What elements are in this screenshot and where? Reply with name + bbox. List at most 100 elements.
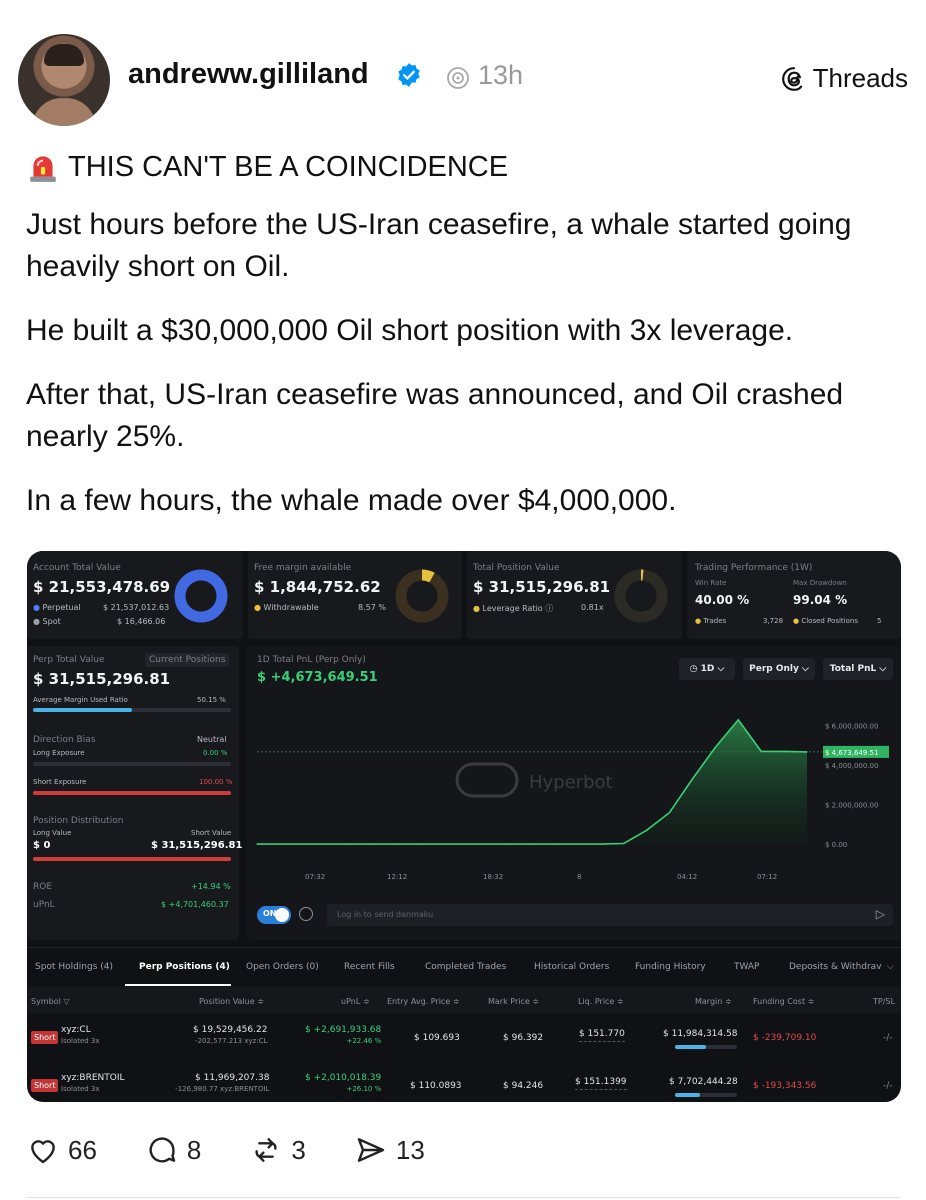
liq-price: $ 151.1399 xyxy=(575,1077,627,1090)
scope-label: Perp Only xyxy=(749,664,799,674)
pnl-point xyxy=(393,843,396,845)
pnl-point xyxy=(531,843,533,845)
verified-badge-icon xyxy=(398,63,420,87)
pnl-point xyxy=(370,843,373,845)
clock-icon: ◷ xyxy=(689,664,701,674)
pnl-chart[interactable]: Hyperbot $ 0.00 $ 2,000,000.00 $ 4,000,000… xyxy=(247,686,901,896)
headline-text: THIS CAN'T BE A COINCIDENCE xyxy=(68,151,509,183)
threads-logo[interactable]: Threads xyxy=(781,63,908,94)
position-distribution-label: Position Distribution xyxy=(33,816,124,826)
danmaku-placeholder: Log in to send danmaku xyxy=(337,910,434,919)
col-symbol[interactable]: Symbol ▽ xyxy=(31,997,70,1006)
withdrawable-label: Withdrawable xyxy=(263,603,319,612)
tab-completed-trades[interactable]: Completed Trades xyxy=(425,962,506,972)
avg-margin-value: 50.15 % xyxy=(197,696,226,704)
funding-cost: $ -193,343.56 xyxy=(753,1081,817,1091)
period-select[interactable]: ◷ 1D ⌵ xyxy=(679,658,735,680)
mark-price: $ 94.246 xyxy=(503,1081,544,1091)
avg-margin-label: Average Margin Used Ratio xyxy=(33,696,128,704)
spot-label: Spot xyxy=(42,617,61,626)
pnl-point xyxy=(256,843,258,845)
y-tick-label: $ 6,000,000.00 xyxy=(825,723,878,731)
col-liq-price[interactable]: Liq. Price ≑ xyxy=(578,997,624,1006)
comment-count: 8 xyxy=(186,1134,202,1165)
win-rate-value: 40.00 % xyxy=(695,593,750,607)
dashboard-screenshot[interactable]: Account Total Value $ 21,553,478.69 ● Pe… xyxy=(27,551,901,1102)
col-funding-cost[interactable]: Funding Cost ≑ xyxy=(753,997,814,1006)
repost-count: 3 xyxy=(291,1134,306,1165)
y-tick-label: $ 2,000,000.00 xyxy=(825,802,878,810)
username[interactable]: andreww.gilliland xyxy=(128,58,369,91)
tab-spot-holdings[interactable]: Spot Holdings (4) xyxy=(35,962,113,972)
short-exposure-fill xyxy=(33,791,231,795)
short-value: $ 31,515,296.81 xyxy=(151,840,243,851)
short-exposure-track xyxy=(33,791,231,795)
upnl-pct: +26.10 % xyxy=(346,1085,382,1093)
share-button[interactable]: 13 xyxy=(354,1134,425,1166)
long-exposure-value: 0.00 % xyxy=(203,749,228,757)
long-exposure-label: Long Exposure xyxy=(33,749,85,757)
tab-deposits-withdrawals[interactable]: Deposits & Withdrav xyxy=(789,962,882,972)
tab-open-orders[interactable]: Open Orders (0) xyxy=(246,962,319,972)
tpsl[interactable]: -/- xyxy=(883,1033,893,1043)
table-row[interactable]: Short xyz:BRENTOIL Isolated 3x $ 11,969,2… xyxy=(27,1065,901,1102)
max-drawdown-label: Max Drawdown xyxy=(793,579,847,587)
pnl-point xyxy=(783,750,785,752)
tab-twap[interactable]: TWAP xyxy=(734,962,760,972)
like-button[interactable]: 66 xyxy=(26,1134,97,1166)
margin: $ 11,984,314.58 xyxy=(663,1029,738,1039)
col-margin[interactable]: Margin ≑ xyxy=(695,997,732,1006)
paragraph-3: After that, US-Iran ceasefire was announ… xyxy=(26,378,844,453)
roe-value: +14.94 % xyxy=(191,882,231,891)
post-time: 13h xyxy=(478,60,524,90)
upnl: $ +2,010,018.39 xyxy=(305,1073,382,1083)
paragraph-4: In a few hours, the whale made over $4,0… xyxy=(26,484,677,517)
danmaku-toggle[interactable]: ON xyxy=(257,906,291,924)
x-tick-label: 07:12 xyxy=(757,873,777,881)
tab-historical-orders[interactable]: Historical Orders xyxy=(534,962,609,972)
entry-price: $ 109.693 xyxy=(414,1033,460,1043)
margin-bar xyxy=(675,1045,737,1049)
comment-button[interactable]: 8 xyxy=(145,1134,201,1166)
col-position-value[interactable]: Position Value ≑ xyxy=(199,997,264,1006)
position-value: $ 11,969,207.38 xyxy=(195,1073,270,1083)
tpsl[interactable]: -/- xyxy=(883,1081,893,1091)
like-count: 66 xyxy=(68,1134,97,1165)
tab-perp-positions[interactable]: Perp Positions (4) xyxy=(139,962,230,972)
trading-performance-card: Trading Performance (1W) Win Rate Max Dr… xyxy=(687,551,901,639)
margin: $ 7,702,444.28 xyxy=(669,1077,738,1087)
col-upnl[interactable]: uPnL ≑ xyxy=(341,997,370,1006)
pnl-point xyxy=(737,719,739,721)
siren-icon xyxy=(30,156,56,182)
pnl-point xyxy=(302,843,304,845)
free-margin-label: Free margin available xyxy=(254,563,352,573)
col-mark-price[interactable]: Mark Price ≑ xyxy=(488,997,539,1006)
col-tpsl[interactable]: TP/SL xyxy=(873,997,895,1006)
x-tick-label: 04:12 xyxy=(677,873,697,881)
tab-funding-history[interactable]: Funding History xyxy=(635,962,706,972)
tab-recent-fills[interactable]: Recent Fills xyxy=(344,962,395,972)
current-positions-tab[interactable]: Current Positions xyxy=(145,653,230,667)
scope-select[interactable]: Perp Only ⌵ xyxy=(743,658,815,680)
danmaku-input[interactable]: Log in to send danmaku ▷ xyxy=(327,904,893,926)
repost-button[interactable]: 3 xyxy=(249,1134,306,1166)
pnl-point xyxy=(668,811,671,814)
x-tick-label: 18:32 xyxy=(483,873,503,881)
post-body: THIS CAN'T BE A COINCIDENCE Just hours b… xyxy=(26,146,896,544)
pnl-point xyxy=(577,843,579,845)
bottom-divider xyxy=(26,1197,900,1198)
send-icon[interactable]: ▷ xyxy=(876,907,885,921)
chevron-down-icon[interactable]: ⌵ xyxy=(887,962,894,972)
col-entry-price[interactable]: Entry Avg. Price ≑ xyxy=(387,997,460,1006)
x-tick-label: 07:32 xyxy=(305,873,325,881)
table-row[interactable]: Short xyz:CL Isolated 3x $ 19,529,456.22 -… xyxy=(27,1017,901,1065)
avatar[interactable] xyxy=(18,34,110,126)
symbol[interactable]: xyz:CL xyxy=(61,1025,91,1035)
symbol[interactable]: xyz:BRENTOIL xyxy=(61,1073,125,1083)
toggle-knob xyxy=(275,908,289,922)
settings-icon[interactable] xyxy=(299,907,313,921)
pnl-point xyxy=(279,843,281,845)
metric-select[interactable]: Total PnL ⌵ xyxy=(823,658,893,680)
account-total-card: Account Total Value $ 21,553,478.69 ● Pe… xyxy=(27,551,243,639)
pnl-point xyxy=(439,843,441,845)
